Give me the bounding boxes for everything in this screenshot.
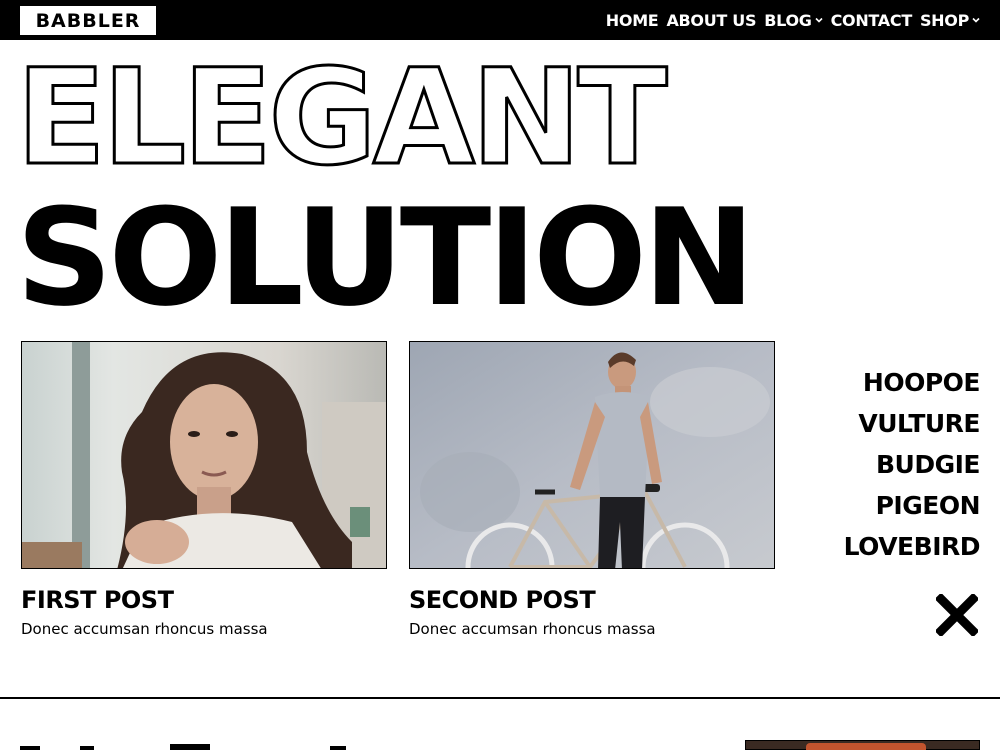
chevron-down-icon	[815, 17, 823, 23]
first-post-title[interactable]: FIRST POST	[21, 586, 174, 614]
side-menu-item-vulture[interactable]: VULTURE	[858, 403, 980, 444]
section-divider	[0, 697, 1000, 699]
hero-title-outline: ELEGANT	[14, 41, 668, 195]
main-nav: HOME ABOUT US BLOG CONTACT SHOP	[606, 0, 980, 40]
nav-item-about-us[interactable]: ABOUT US	[666, 11, 756, 30]
side-menu-item-budgie[interactable]: BUDGIE	[876, 444, 981, 485]
nav-item-label: SHOP	[919, 10, 969, 30]
woman-photo	[22, 342, 386, 568]
nav-item-label: BLOG	[764, 10, 812, 30]
nav-item-contact[interactable]: CONTACT	[830, 10, 913, 30]
close-icon[interactable]	[936, 594, 978, 636]
first-post-excerpt: Donec accumsan rhoncus massa	[21, 620, 268, 638]
nav-item-label: HOME	[605, 10, 659, 30]
next-section-heading-partial	[20, 744, 346, 750]
top-bar: BABBLER HOME ABOUT US BLOG CONTACT SHOP	[0, 0, 1000, 40]
second-post-image[interactable]	[409, 341, 775, 569]
chevron-down-icon	[972, 17, 980, 23]
second-post-excerpt: Donec accumsan rhoncus massa	[409, 620, 656, 638]
nav-item-label: ABOUT US	[666, 10, 757, 30]
nav-item-label: CONTACT	[830, 10, 913, 30]
side-menu-item-hoopoe[interactable]: HOOPOE	[863, 362, 981, 403]
nav-item-blog[interactable]: BLOG	[764, 10, 823, 30]
side-menu-item-pigeon[interactable]: PIGEON	[876, 485, 981, 526]
nav-item-home[interactable]: HOME	[606, 11, 659, 30]
second-post-title[interactable]: SECOND POST	[409, 586, 596, 614]
first-post-image[interactable]	[21, 341, 387, 569]
side-menu: HOOPOE VULTURE BUDGIE PIGEON LOVEBIRD	[844, 362, 981, 567]
next-section-image-partial	[745, 740, 980, 750]
man-bike-photo	[410, 342, 774, 568]
side-menu-item-lovebird[interactable]: LOVEBIRD	[844, 526, 981, 567]
hero-title-solid: SOLUTION	[16, 180, 755, 336]
site-logo[interactable]: BABBLER	[20, 6, 156, 35]
page: BABBLER HOME ABOUT US BLOG CONTACT SHOP	[0, 0, 1000, 750]
nav-item-shop[interactable]: SHOP	[920, 11, 980, 30]
